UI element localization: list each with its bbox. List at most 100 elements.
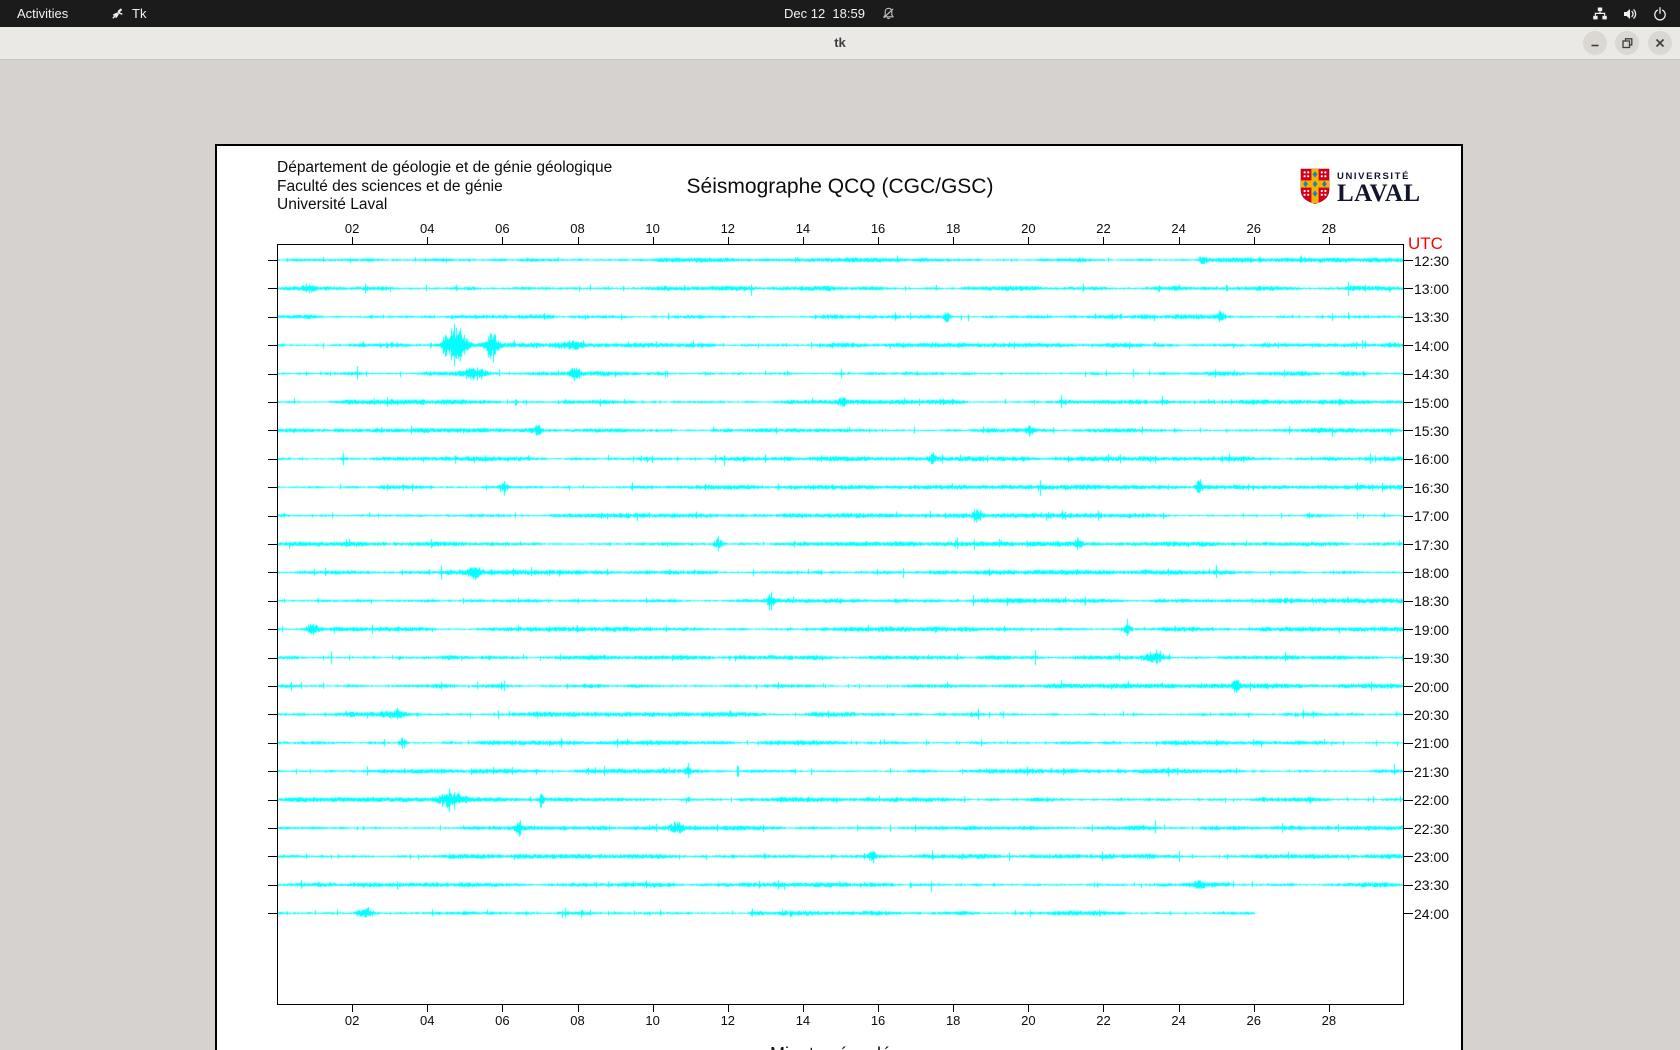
x-tick-label-top: 02 bbox=[344, 221, 360, 236]
trace-tick-right bbox=[1404, 657, 1413, 659]
trace-tick-left bbox=[268, 572, 277, 574]
close-button[interactable] bbox=[1648, 31, 1672, 55]
tk-feather-icon bbox=[110, 6, 125, 21]
trace-time-label: 24:00 bbox=[1414, 905, 1450, 922]
x-tick-mark-bottom bbox=[727, 1005, 729, 1012]
x-tick-label-top: 18 bbox=[945, 221, 961, 236]
trace-time-label: 16:00 bbox=[1414, 451, 1450, 468]
logo-laval-text: LAVAL bbox=[1337, 180, 1421, 207]
restore-window-button[interactable] bbox=[1615, 31, 1639, 55]
tk-app-indicator[interactable]: Tk bbox=[110, 0, 146, 27]
desktop-screen: Activities Tk Dec 12 18:59 tk Départemen… bbox=[0, 0, 1680, 1050]
power-icon bbox=[1652, 6, 1668, 22]
trace-time-label: 13:00 bbox=[1414, 280, 1450, 297]
institution-header: Département de géologie et de génie géol… bbox=[277, 159, 612, 215]
trace-tick-left bbox=[268, 657, 277, 659]
trace-tick-left bbox=[268, 828, 277, 829]
x-tick-mark-top bbox=[1253, 237, 1255, 244]
x-tick-label-top: 10 bbox=[645, 221, 660, 236]
x-tick-mark-bottom bbox=[427, 1005, 429, 1012]
trace-tick-right bbox=[1404, 629, 1413, 631]
trace-tick-right bbox=[1404, 828, 1413, 829]
header-line-3: Université Laval bbox=[277, 196, 388, 213]
x-tick-mark-top bbox=[652, 237, 654, 244]
trace-tick-right bbox=[1404, 742, 1413, 744]
trace-tick-left bbox=[268, 373, 277, 375]
plot-title: Séismographe QCQ (CGC/GSC) bbox=[686, 175, 994, 198]
x-tick-label-bottom: 14 bbox=[795, 1013, 811, 1028]
trace-tick-left bbox=[268, 771, 277, 773]
trace-tick-right bbox=[1404, 856, 1413, 858]
window-titlebar[interactable]: tk bbox=[0, 27, 1680, 60]
trace-tick-left bbox=[268, 629, 277, 631]
activities-button[interactable]: Activities bbox=[17, 0, 68, 27]
clock-menu[interactable]: Dec 12 18:59 bbox=[784, 0, 896, 27]
laval-wordmark: UNIVERSITÉ LAVAL bbox=[1337, 171, 1421, 206]
x-tick-mark-top bbox=[352, 237, 354, 244]
trace-tick-left bbox=[268, 913, 277, 915]
trace-time-label: 23:30 bbox=[1414, 877, 1450, 894]
trace-time-label: 16:30 bbox=[1414, 479, 1450, 496]
trace-time-label: 19:30 bbox=[1414, 650, 1450, 667]
x-axis-label: Minutes écoulées bbox=[770, 1044, 910, 1050]
x-tick-mark-bottom bbox=[1103, 1005, 1105, 1012]
notifications-muted-icon bbox=[881, 6, 896, 21]
trace-tick-left bbox=[268, 316, 277, 318]
trace-tick-right bbox=[1404, 544, 1413, 545]
x-tick-label-bottom: 24 bbox=[1171, 1013, 1186, 1028]
x-tick-label-bottom: 28 bbox=[1321, 1013, 1337, 1028]
x-tick-label-bottom: 08 bbox=[570, 1013, 585, 1028]
trace-tick-right bbox=[1404, 686, 1413, 687]
x-tick-label-top: 20 bbox=[1021, 221, 1036, 236]
trace-tick-left bbox=[268, 600, 277, 602]
x-tick-label-top: 14 bbox=[795, 221, 811, 236]
x-tick-label-top: 16 bbox=[870, 221, 886, 236]
trace-time-label: 14:00 bbox=[1414, 337, 1450, 354]
x-tick-mark-bottom bbox=[802, 1005, 804, 1012]
x-tick-mark-bottom bbox=[1178, 1005, 1180, 1012]
trace-tick-right bbox=[1404, 373, 1413, 375]
seismogram-trace-canvas bbox=[278, 245, 1403, 1004]
network-tree-icon bbox=[1592, 6, 1608, 22]
x-tick-mark-bottom bbox=[953, 1005, 955, 1012]
trace-time-label: 17:00 bbox=[1414, 508, 1450, 525]
trace-time-label: 21:30 bbox=[1414, 763, 1450, 780]
header-line-2: Faculté des sciences et de génie bbox=[277, 177, 503, 195]
clock-label: Dec 12 18:59 bbox=[784, 6, 865, 21]
system-status-area[interactable] bbox=[1592, 0, 1668, 27]
trace-time-label: 23:00 bbox=[1414, 848, 1450, 865]
x-tick-mark-bottom bbox=[1253, 1005, 1255, 1012]
trace-tick-left bbox=[268, 856, 277, 858]
trace-tick-right bbox=[1404, 316, 1413, 318]
trace-time-label: 19:00 bbox=[1414, 621, 1450, 638]
x-tick-label-bottom: 26 bbox=[1246, 1013, 1261, 1028]
x-tick-label-top: 08 bbox=[570, 221, 585, 236]
x-tick-mark-top bbox=[1328, 237, 1330, 244]
x-tick-label-bottom: 18 bbox=[945, 1013, 961, 1028]
x-tick-mark-bottom bbox=[878, 1005, 880, 1012]
header-line-1: Département de géologie et de génie géol… bbox=[277, 159, 613, 176]
trace-tick-right bbox=[1404, 430, 1413, 432]
x-tick-mark-bottom bbox=[1328, 1005, 1330, 1012]
trace-tick-left bbox=[268, 544, 277, 545]
trace-time-label: 22:00 bbox=[1414, 792, 1450, 809]
gnome-top-bar: Activities Tk Dec 12 18:59 bbox=[0, 0, 1680, 27]
minimize-button[interactable] bbox=[1583, 31, 1607, 55]
x-tick-mark-bottom bbox=[652, 1005, 654, 1012]
x-tick-label-top: 06 bbox=[495, 221, 510, 236]
trace-time-label: 18:30 bbox=[1414, 593, 1450, 610]
trace-tick-left bbox=[268, 799, 277, 801]
x-tick-label-bottom: 10 bbox=[645, 1013, 660, 1028]
x-tick-label-bottom: 20 bbox=[1021, 1013, 1036, 1028]
x-tick-mark-bottom bbox=[577, 1005, 579, 1012]
trace-tick-left bbox=[268, 430, 277, 432]
x-tick-label-top: 24 bbox=[1171, 221, 1186, 236]
trace-tick-left bbox=[268, 515, 277, 517]
x-tick-mark-top bbox=[427, 237, 429, 244]
trace-time-label: 17:30 bbox=[1414, 536, 1450, 553]
trace-time-label: 21:00 bbox=[1414, 735, 1450, 752]
trace-tick-right bbox=[1404, 458, 1413, 460]
trace-tick-right bbox=[1404, 799, 1413, 801]
x-tick-label-bottom: 04 bbox=[420, 1013, 435, 1028]
x-tick-mark-top bbox=[953, 237, 955, 244]
